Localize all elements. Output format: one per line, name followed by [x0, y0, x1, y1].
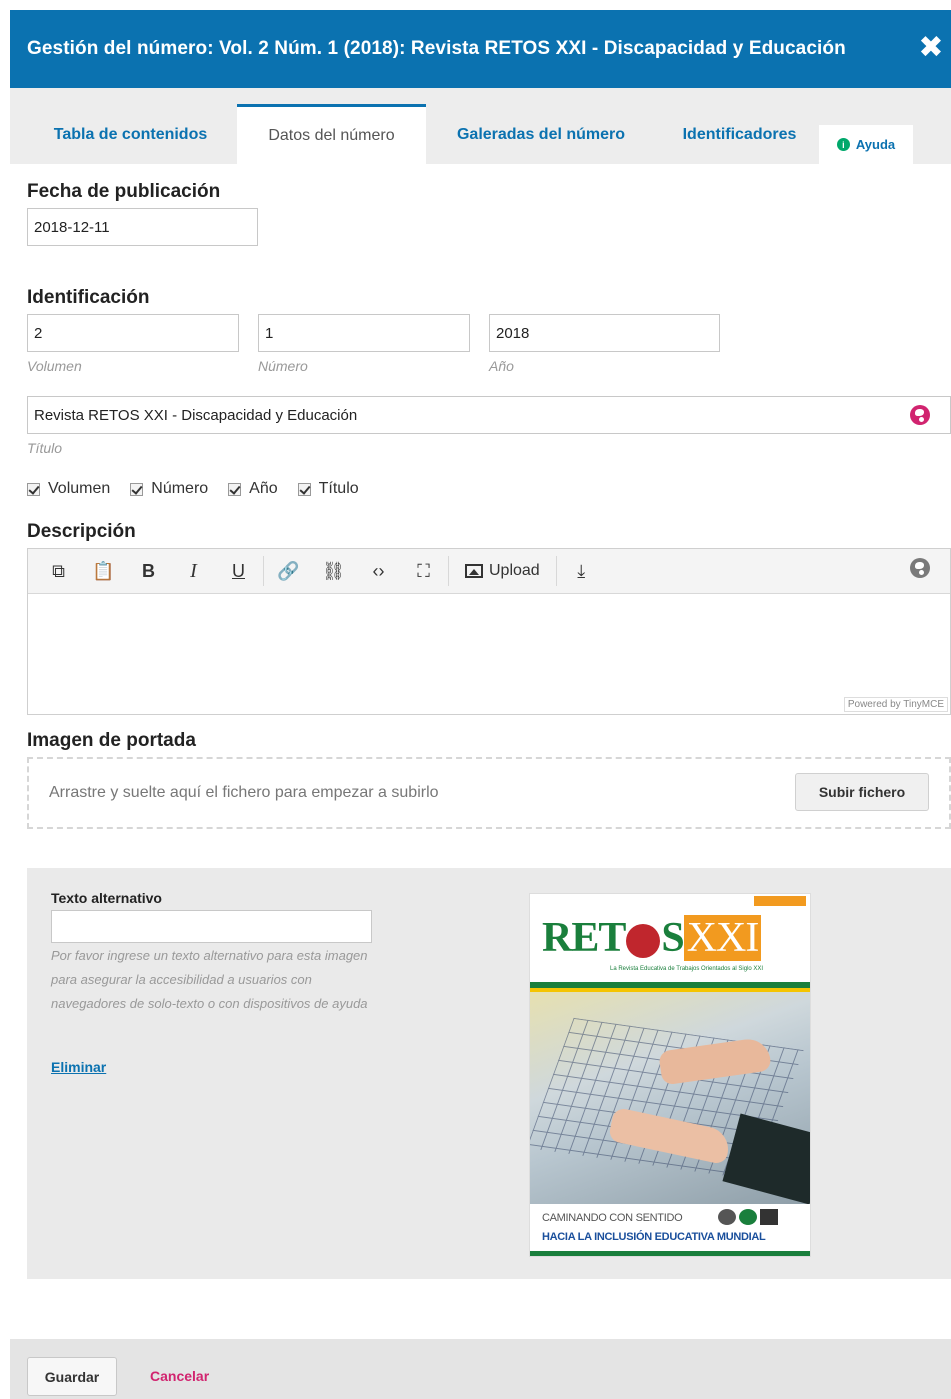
cover-footer-band [530, 1251, 810, 1256]
globe-icon[interactable] [910, 405, 930, 425]
show-year-checkbox[interactable]: Año [228, 480, 278, 498]
logo-icon [718, 1209, 736, 1225]
code-icon[interactable]: ‹› [356, 549, 401, 594]
checkbox-label: Volumen [48, 480, 111, 497]
cover-subtitle: La Revista Educativa de Trabajos Orienta… [610, 966, 764, 972]
number-input[interactable]: 1 [258, 314, 470, 352]
help-label: Ayuda [855, 137, 896, 152]
publication-date-heading: Fecha de publicación [27, 181, 221, 202]
cover-tagline-2: HACIA LA INCLUSIÓN EDUCATIVA MUNDIAL [542, 1231, 766, 1243]
import-icon[interactable]: ⤓ [559, 549, 604, 594]
modal-header: Gestión del número: Vol. 2 Núm. 1 (2018)… [10, 10, 951, 88]
upload-file-button[interactable]: Subir fichero [795, 773, 929, 811]
cover-image-preview: RET SXXI La Revista Educativa de Trabajos… [529, 893, 811, 1257]
show-volume-checkbox[interactable]: Volumen [27, 480, 110, 498]
copy-icon[interactable]: ⧉ [36, 549, 81, 594]
checkbox-checked-icon [130, 482, 144, 496]
fullscreen-icon[interactable]: ⛶ [401, 549, 446, 594]
year-input[interactable]: 2018 [489, 314, 720, 352]
image-icon [465, 564, 483, 578]
tab-bar: Tabla de contenidos Datos del número Gal… [10, 88, 951, 164]
tab-issue-galleys[interactable]: Galeradas del número [436, 106, 646, 164]
publication-date-input[interactable]: 2018-12-11 [27, 208, 258, 246]
alt-text-input[interactable] [51, 910, 372, 943]
checkbox-checked-icon [228, 482, 242, 496]
save-button[interactable]: Guardar [27, 1357, 117, 1396]
toolbar-divider [263, 556, 264, 586]
cover-tag [754, 896, 806, 906]
cover-logos [718, 1209, 778, 1225]
modal-title: Gestión del número: Vol. 2 Núm. 1 (2018)… [27, 38, 846, 59]
volume-input[interactable]: 2 [27, 314, 239, 352]
editor-toolbar: ⧉ 📋 B I U 🔗 ⛓ ‹› ⛶ Upload ⤓ [28, 549, 950, 594]
number-label: Número [258, 358, 308, 374]
year-label: Año [489, 358, 514, 374]
cover-image-panel: Texto alternativo Por favor ingrese un t… [27, 868, 951, 1279]
cover-logo-title: RET SXXI [542, 914, 762, 962]
tab-identifiers[interactable]: Identificadores [662, 106, 817, 164]
identification-heading: Identificación [27, 287, 150, 308]
link-icon[interactable]: 🔗 [266, 549, 311, 594]
modal-footer: Guardar Cancelar [10, 1339, 951, 1399]
show-fields-checkboxes: Volumen Número Año Título [27, 480, 359, 498]
dropzone-text: Arrastre y suelte aquí el fichero para e… [49, 784, 439, 801]
title-label: Título [27, 440, 63, 456]
toolbar-divider [448, 556, 449, 586]
paste-icon[interactable]: 📋 [81, 549, 126, 594]
description-editor: ⧉ 📋 B I U 🔗 ⛓ ‹› ⛶ Upload ⤓ Powered by T… [27, 548, 951, 715]
checkbox-label: Título [318, 480, 359, 497]
cover-image-heading: Imagen de portada [27, 730, 196, 751]
seal-icon [626, 924, 661, 959]
italic-icon[interactable]: I [171, 549, 216, 594]
logo-icon [760, 1209, 778, 1225]
tab-issue-data[interactable]: Datos del número [237, 104, 426, 164]
logo-icon [739, 1209, 757, 1225]
checkbox-label: Número [151, 480, 209, 497]
alt-text-help: Por favor ingrese un texto alternativo p… [51, 948, 368, 1011]
checkbox-checked-icon [27, 482, 40, 496]
upload-label: Upload [489, 562, 540, 579]
underline-icon[interactable]: U [216, 549, 261, 594]
volume-label: Volumen [27, 358, 82, 374]
help-tab[interactable]: i Ayuda [819, 125, 913, 164]
globe-icon[interactable] [910, 558, 930, 578]
cover-dropzone[interactable]: Arrastre y suelte aquí el fichero para e… [27, 757, 951, 829]
alt-text-label: Texto alternativo [51, 890, 162, 906]
checkbox-checked-icon [297, 482, 311, 496]
toolbar-divider [555, 556, 557, 586]
upload-image-button[interactable]: Upload [451, 549, 554, 594]
show-number-checkbox[interactable]: Número [130, 480, 208, 498]
close-icon[interactable]: ✖ [917, 33, 945, 63]
show-title-checkbox[interactable]: Título [297, 480, 359, 498]
checkbox-label: Año [249, 480, 278, 497]
delete-cover-link[interactable]: Eliminar [51, 1059, 106, 1075]
bold-icon[interactable]: B [126, 549, 171, 594]
description-content[interactable] [28, 594, 950, 714]
title-input[interactable]: Revista RETOS XXI - Discapacidad y Educa… [27, 396, 951, 434]
cover-tagline-1: CAMINANDO CON SENTIDO [542, 1212, 683, 1224]
tab-table-of-contents[interactable]: Tabla de contenidos [27, 106, 234, 164]
description-heading: Descripción [27, 521, 136, 542]
unlink-icon[interactable]: ⛓ [311, 549, 356, 594]
powered-by-label: Powered by TinyMCE [843, 697, 948, 712]
cancel-link[interactable]: Cancelar [150, 1368, 209, 1384]
info-icon: i [836, 138, 850, 151]
